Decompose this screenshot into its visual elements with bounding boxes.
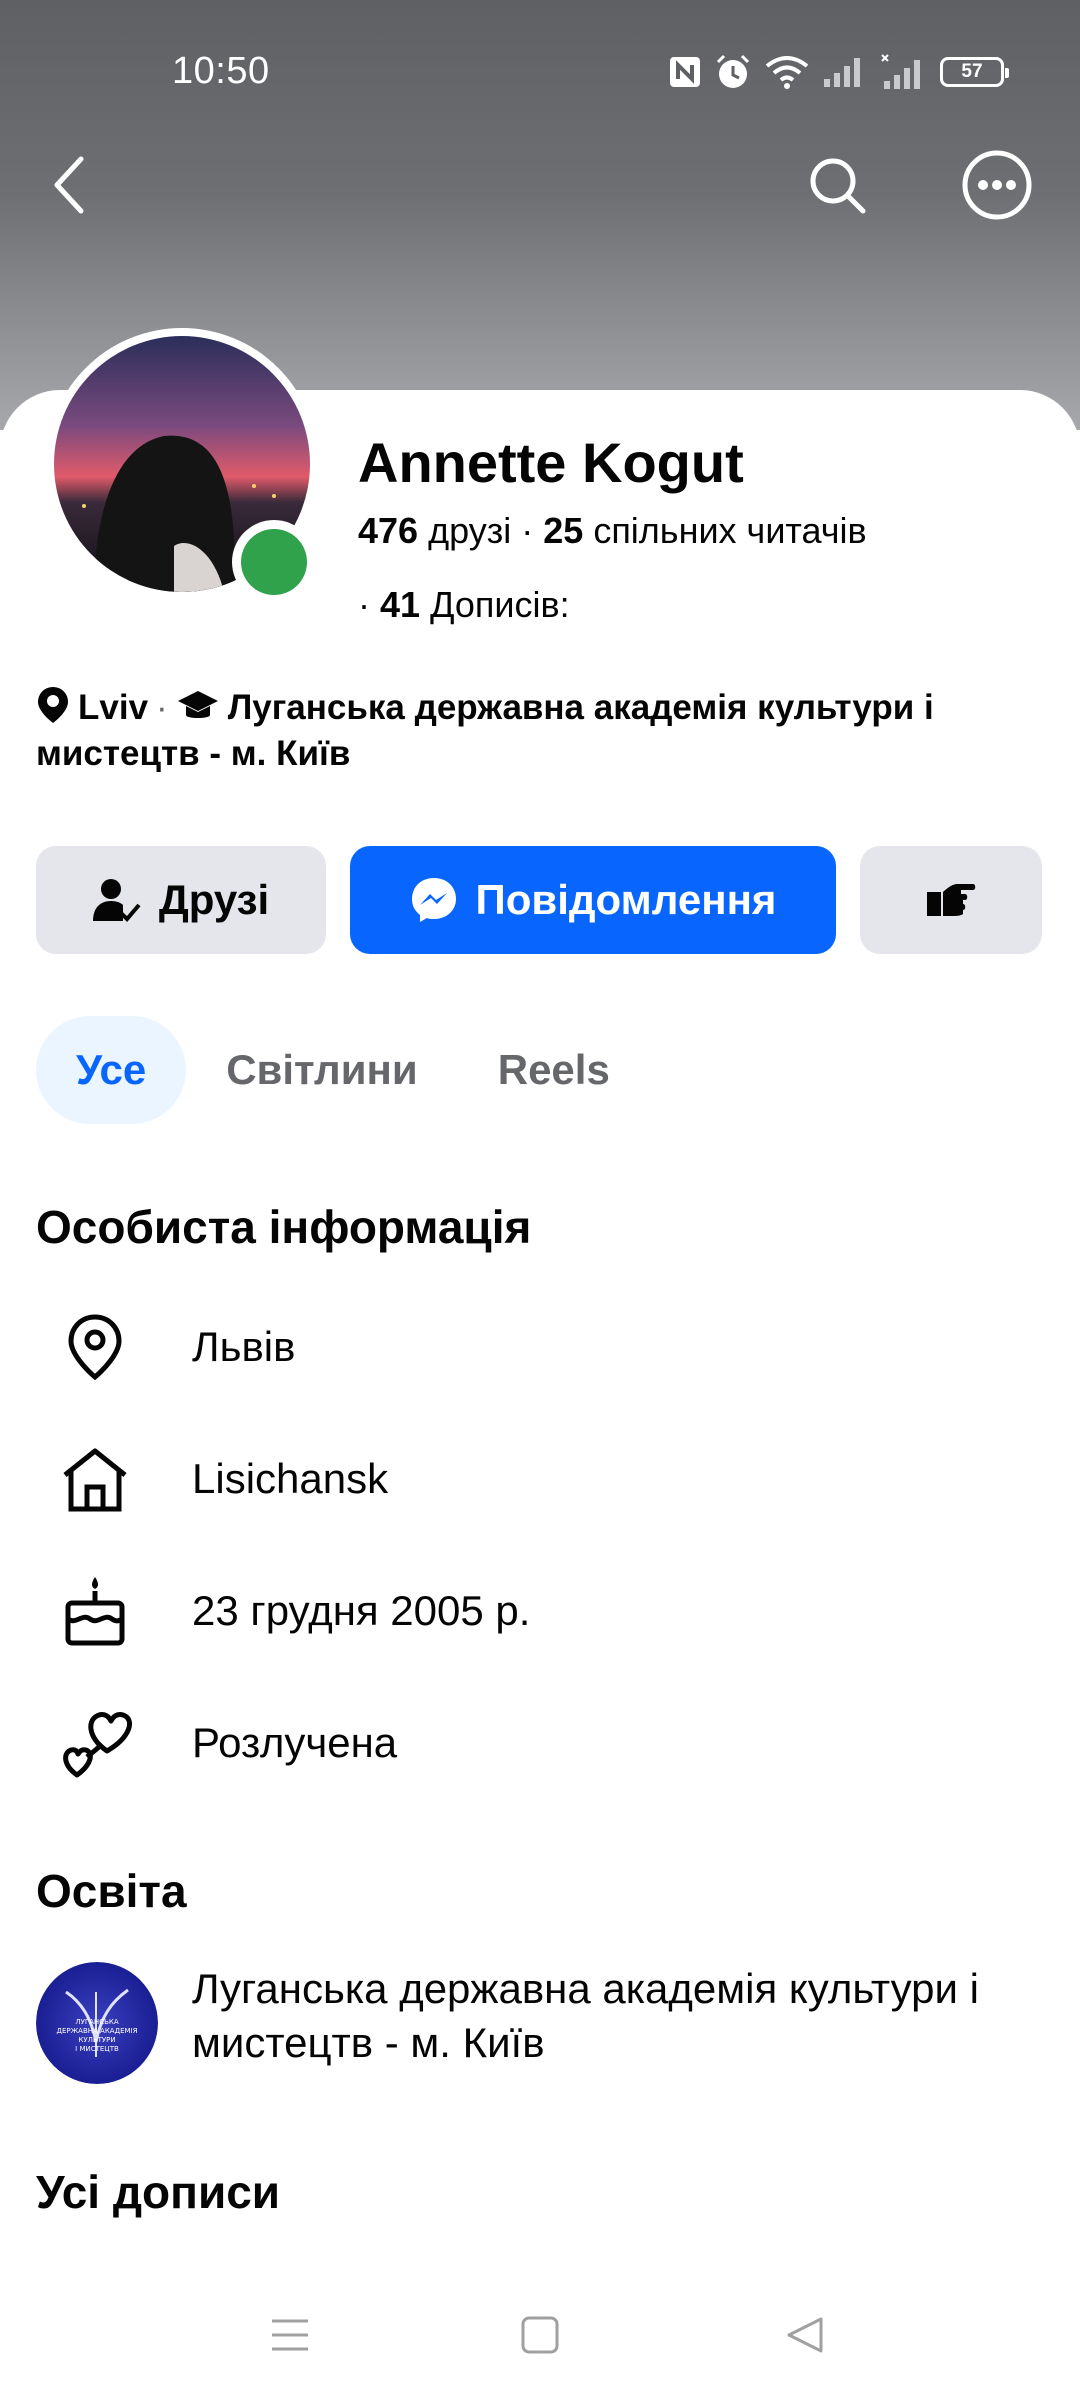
birthday-cake-icon (65, 1577, 125, 1646)
personal-info-title: Особиста інформація (36, 1201, 532, 1253)
square-icon (521, 2316, 559, 2354)
back-button[interactable] (24, 140, 114, 230)
posts-label: Дописів: (430, 584, 570, 625)
message-button[interactable]: Повідомлення (350, 846, 836, 954)
more-options-button[interactable] (952, 140, 1042, 230)
tab-reels[interactable]: Reels (458, 1016, 650, 1124)
wifi-icon (765, 56, 809, 89)
svg-text:КУЛЬТУРИ: КУЛЬТУРИ (78, 2036, 115, 2044)
nfc-icon (670, 57, 700, 87)
education-title: Освіта (36, 1865, 187, 1917)
triangle-back-icon (787, 2317, 823, 2353)
info-row-birthday: 23 грудня 2005 р. (36, 1566, 1046, 1656)
home-icon (63, 1448, 127, 1512)
svg-text:І МИСТЕЦТВ: І МИСТЕЦТВ (75, 2045, 119, 2053)
message-button-label: Повідомлення (475, 876, 777, 923)
location-pin-icon (38, 687, 68, 723)
info-hometown[interactable]: Lisichansk (192, 1455, 388, 1503)
alarm-icon (716, 54, 750, 88)
signal-icon (824, 58, 860, 87)
system-back-button[interactable] (770, 2300, 840, 2370)
tab-all[interactable]: Усе (36, 1016, 187, 1124)
online-status-indicator (232, 520, 316, 604)
info-row-hometown: Lisichansk (36, 1434, 1046, 1524)
messenger-icon (411, 878, 456, 922)
recent-apps-button[interactable] (255, 2300, 325, 2370)
graduation-cap-icon (177, 691, 218, 718)
poke-hand-icon (927, 884, 976, 916)
profile-tabs: Усе Світлини Reels (36, 1016, 650, 1124)
search-button[interactable] (792, 140, 882, 230)
status-time: 10:50 (172, 50, 270, 92)
info-row-relationship: Розлучена (36, 1698, 1046, 1788)
friends-button[interactable]: Друзі (36, 846, 326, 954)
profile-stats: 476 друзі · 25 спільних читачів (358, 510, 867, 551)
location-pin-icon (68, 1314, 122, 1381)
top-nav (0, 140, 1080, 260)
svg-text:ДЕРЖАВНА АКАДЕМІЯ: ДЕРЖАВНА АКАДЕМІЯ (57, 2027, 138, 2035)
signal-icon (881, 54, 920, 89)
intro-education[interactable]: Луганська державна академія культури і м… (36, 688, 934, 773)
home-button[interactable] (505, 2300, 575, 2370)
friends-button-label: Друзі (158, 876, 270, 923)
followers-label[interactable]: спільних читачів (593, 510, 866, 551)
info-row-current-city: Львів (36, 1302, 1046, 1392)
poke-button[interactable] (860, 846, 1042, 954)
battery-indicator: 57 (940, 57, 1009, 87)
profile-posts-stats: · 41 Дописів: (358, 584, 570, 625)
intro-city: Lviv (78, 688, 149, 727)
menu-lines-icon (272, 2319, 308, 2351)
svg-text:ЛУГАНСЬКА: ЛУГАНСЬКА (75, 2018, 119, 2026)
education-item[interactable]: ЛУГАНСЬКА ДЕРЖАВНА АКАДЕМІЯ КУЛЬТУРИ І М… (36, 1962, 1046, 2084)
more-options-icon (962, 150, 1032, 220)
search-icon (810, 158, 866, 214)
all-posts-title: Усі дописи (36, 2166, 281, 2218)
friend-check-icon (92, 879, 141, 922)
info-relationship: Розлучена (192, 1719, 398, 1766)
profile-name: Annette Kogut (358, 431, 744, 494)
status-icons: 57 (668, 50, 1009, 94)
system-nav-bar (0, 2270, 1080, 2400)
back-arrow-icon (54, 156, 84, 214)
status-bar: 10:50 57 (0, 0, 1080, 140)
tab-photos[interactable]: Світлини (186, 1016, 458, 1124)
friends-label[interactable]: друзі (428, 510, 511, 551)
school-logo: ЛУГАНСЬКА ДЕРЖАВНА АКАДЕМІЯ КУЛЬТУРИ І М… (36, 1962, 158, 2084)
profile-intro: Lviv · Луганська державна академія культу… (36, 685, 1046, 777)
relationship-hearts-icon (63, 1712, 133, 1778)
education-school-name[interactable]: Луганська державна академія культури і м… (192, 1962, 1046, 2070)
info-birthday: 23 грудня 2005 р. (192, 1587, 531, 1634)
info-current-city[interactable]: Львів (192, 1323, 295, 1371)
posts-count: 41 (380, 584, 421, 625)
followers-count[interactable]: 25 (543, 510, 583, 551)
friends-count[interactable]: 476 (358, 510, 418, 551)
